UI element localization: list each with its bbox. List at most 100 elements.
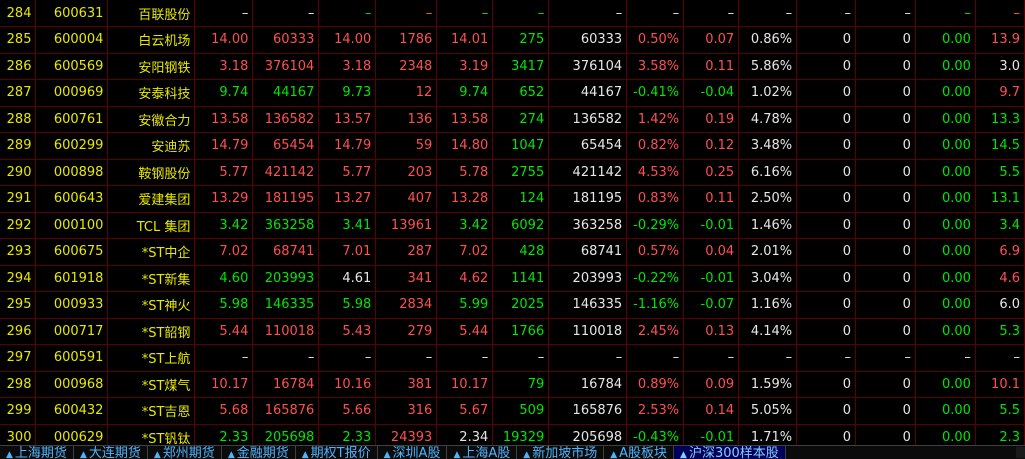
- quote-cell: 407: [375, 185, 438, 213]
- quote-cell: 3.18: [194, 53, 254, 80]
- tab-market-0[interactable]: ▲ 上海期货: [0, 446, 74, 459]
- table-row[interactable]: 293 600675 *ST中企 7.02 68741 7.01 287 7.02 428 687…: [0, 238, 1025, 266]
- table-row[interactable]: 296 000717 *ST韶钢 5.44 110018 5.43 279 5.44 1766 1…: [0, 318, 1025, 345]
- quote-cell: 136582: [548, 106, 628, 133]
- quote-cell: 0.00: [915, 159, 976, 186]
- quote-cell: 136: [375, 106, 438, 133]
- quote-cell: 5.66: [318, 397, 377, 425]
- table-row[interactable]: 288 600761 安徽合力 13.58 136582 13.57 136 13.58 274…: [0, 106, 1025, 133]
- quote-cell: 1141: [492, 265, 550, 292]
- quote-cell: 5.05%: [738, 397, 798, 425]
- table-row[interactable]: 290 000898 鞍钢股份 5.77 421142 5.77 203 5.78 2755 42…: [0, 159, 1025, 186]
- market-tab-bar: ▲ 上海期货 ▲ 大连期货 ▲ 郑州期货 ▲ 金融期货 ▲ 期权T报价 ▲ 深圳A股 ▲ 上海A股 ▲ 新加坡…: [0, 445, 1025, 459]
- quote-cell: 0: [796, 265, 857, 292]
- table-row[interactable]: 289 600299 安迪苏 14.79 65454 14.79 59 14.80 1047 65…: [0, 132, 1025, 160]
- stock-code: 000100: [35, 212, 109, 239]
- quote-cell: 0.82%: [626, 132, 685, 160]
- table-row[interactable]: 291 600643 爱建集团 13.29 181195 13.27 407 13.28 124…: [0, 185, 1025, 213]
- quote-cell: –: [436, 344, 494, 372]
- quote-cell: –: [375, 0, 438, 27]
- row-number: 292: [0, 212, 37, 239]
- row-number: 299: [0, 397, 37, 425]
- tab-market-1[interactable]: ▲ 大连期货: [74, 446, 148, 459]
- tab-market-6[interactable]: ▲ 上海A股: [447, 446, 518, 459]
- quote-cell: 363258: [548, 212, 628, 239]
- quote-cell: 9.73: [318, 79, 377, 107]
- table-row[interactable]: 285 600004 白云机场 14.00 60333 14.00 1786 14.01 275…: [0, 26, 1025, 54]
- quote-cell: –: [975, 344, 1025, 372]
- tab-market-9[interactable]: ▲ 沪深300样本股: [674, 446, 786, 459]
- quote-cell: 3.4: [975, 212, 1025, 239]
- row-number: 288: [0, 106, 37, 133]
- quote-cell: 0.13: [683, 318, 740, 345]
- stock-name: *ST吉恩: [107, 397, 196, 425]
- quote-cell: 146335: [252, 291, 320, 319]
- quote-cell: 7.02: [436, 238, 494, 266]
- tab-label: 期权T报价: [310, 446, 371, 459]
- tab-label: 上海A股: [462, 446, 511, 459]
- quote-cell: 0: [796, 159, 857, 186]
- quote-cell: 59: [375, 132, 438, 160]
- quote-cell: 0.00: [915, 26, 976, 54]
- table-row[interactable]: 292 000100 TCL 集团 3.42 363258 3.41 13961 3.42 60…: [0, 212, 1025, 239]
- table-row[interactable]: 295 000933 *ST神火 5.98 146335 5.98 2834 5.99 2025…: [0, 291, 1025, 319]
- quote-cell: 2.53%: [626, 397, 685, 425]
- table-row[interactable]: 286 600569 安阳钢铁 3.18 376104 3.18 2348 3.19 3417 3…: [0, 53, 1025, 80]
- scroll-corner[interactable]: [1016, 447, 1025, 458]
- tab-market-4[interactable]: ▲ 期权T报价: [296, 446, 378, 459]
- table-row[interactable]: 298 000968 *ST煤气 10.17 16784 10.16 381 10.17 79 1…: [0, 371, 1025, 398]
- table-row[interactable]: 294 601918 *ST新集 4.60 203993 4.61 341 4.62 1141 2…: [0, 265, 1025, 292]
- tab-market-5[interactable]: ▲ 深圳A股: [378, 446, 448, 459]
- table-row[interactable]: 284 600631 百联股份 – – – – – – – – – – – – – –: [0, 0, 1025, 27]
- stock-name: 安阳钢铁: [107, 53, 196, 80]
- quote-cell: 44167: [548, 79, 628, 107]
- quote-cell: 2.45%: [626, 318, 685, 345]
- tab-label: A股板块: [619, 446, 668, 459]
- quote-cell: 4.6: [975, 265, 1025, 292]
- stock-name: 白云机场: [107, 26, 196, 54]
- quote-cell: 0: [855, 26, 916, 54]
- quote-cell: 0.50%: [626, 26, 685, 54]
- quote-cell: –: [252, 0, 320, 27]
- quote-cell: 4.61: [318, 265, 377, 292]
- stock-code: 600569: [35, 53, 109, 80]
- tab-market-3[interactable]: ▲ 金融期货: [222, 446, 296, 459]
- quote-cell: 3417: [492, 53, 550, 80]
- stock-name: 安迪苏: [107, 132, 196, 160]
- tab-market-8[interactable]: ▲ A股板块: [604, 446, 675, 459]
- stock-name: 爱建集团: [107, 185, 196, 213]
- quote-cell: 3.42: [436, 212, 494, 239]
- tab-market-7[interactable]: ▲ 新加坡市场: [517, 446, 605, 459]
- quote-cell: 0.00: [915, 371, 976, 398]
- table-row[interactable]: 297 600591 *ST上航 – – – – – – – – – – – – – –: [0, 344, 1025, 372]
- quote-cell: 0.00: [915, 238, 976, 266]
- quote-cell: 5.43: [318, 318, 377, 345]
- quote-cell: -0.07: [683, 291, 740, 319]
- quote-cell: 509: [492, 397, 550, 425]
- quote-cell: 14.79: [194, 132, 254, 160]
- quote-cell: 44167: [252, 79, 320, 107]
- table-row[interactable]: 287 000969 安泰科技 9.74 44167 9.73 12 9.74 652 44167…: [0, 79, 1025, 107]
- quote-cell: 13961: [375, 212, 438, 239]
- quote-cell: –: [252, 344, 320, 372]
- quote-cell: 14.00: [318, 26, 377, 54]
- quote-cell: –: [738, 344, 798, 372]
- quote-cell: -1.16%: [626, 291, 685, 319]
- table-row[interactable]: 299 600432 *ST吉恩 5.68 165876 5.66 316 5.67 509 16…: [0, 397, 1025, 425]
- quote-cell: 14.00: [194, 26, 254, 54]
- row-number: 289: [0, 132, 37, 160]
- quote-cell: 13.27: [318, 185, 377, 213]
- quote-cell: –: [492, 344, 550, 372]
- quote-cell: 0: [855, 79, 916, 107]
- quote-cell: 275: [492, 26, 550, 54]
- quote-cell: 3.0: [975, 53, 1025, 80]
- quote-cell: 5.44: [194, 318, 254, 345]
- quote-cell: 203993: [252, 265, 320, 292]
- quote-cell: 3.04%: [738, 265, 798, 292]
- stock-name: 安泰科技: [107, 79, 196, 107]
- tab-market-2[interactable]: ▲ 郑州期货: [148, 446, 222, 459]
- quote-cell: 165876: [252, 397, 320, 425]
- quote-cell: 3.19: [436, 53, 494, 80]
- row-number: 285: [0, 26, 37, 54]
- quote-cell: 65454: [252, 132, 320, 160]
